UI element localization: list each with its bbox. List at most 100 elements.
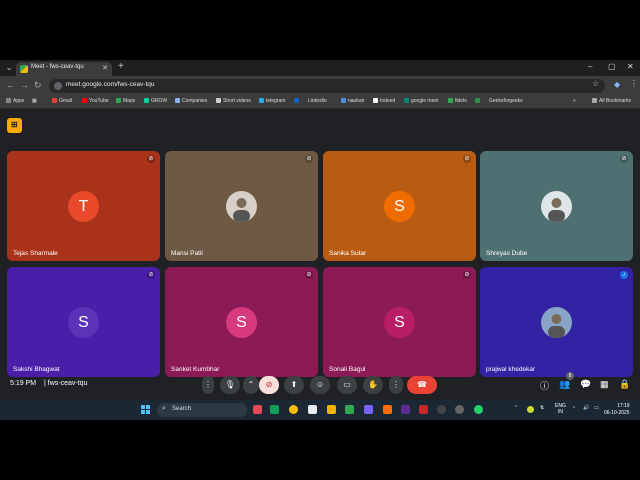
bookmark-maps[interactable]: Maps	[116, 98, 135, 104]
camera-off-button[interactable]: ⊘	[259, 376, 279, 394]
bookmark-companies[interactable]: Companies	[175, 98, 207, 104]
microphone-button[interactable]: 🎙	[220, 376, 240, 394]
github-icon[interactable]	[437, 405, 446, 414]
volume-icon[interactable]: 🔊	[583, 405, 589, 411]
mic-off-icon: ⊘	[305, 155, 313, 163]
captions-button[interactable]: ▭	[337, 376, 357, 394]
participant-tile[interactable]: Shreyas Dube ⊘	[480, 151, 633, 261]
tray-overflow-icon[interactable]: ⌃	[514, 405, 518, 411]
battery-icon[interactable]: ▭	[594, 405, 599, 411]
mic-off-icon: ⊘	[620, 155, 628, 163]
participant-avatar: S	[226, 307, 257, 338]
store-icon[interactable]	[308, 405, 317, 414]
bookmark-naukari[interactable]: naukari	[341, 98, 364, 104]
bookmark-short-videos[interactable]: Short videos	[216, 98, 251, 104]
bookmark-apps[interactable]: Apps	[6, 98, 24, 104]
tab-strip: ⌄ Meet - fws-ceav-tqu ✕ + – ▢ ✕	[0, 60, 640, 76]
participant-tile[interactable]: S Sanika Sutar ⊘	[323, 151, 476, 261]
present-icon: ⬆	[290, 380, 298, 389]
app-icon-2[interactable]	[383, 405, 392, 414]
file-explorer-icon[interactable]	[327, 405, 336, 414]
people-icon[interactable]: 👥	[559, 379, 570, 390]
browser-menu-icon[interactable]: ⋮	[630, 79, 638, 88]
taskbar-app-icon[interactable]	[253, 405, 262, 414]
new-tab-icon[interactable]: +	[118, 61, 124, 72]
bookmark-geeksforgeeks[interactable]: Geeksforgeeks	[475, 98, 523, 104]
close-window-icon[interactable]: ✕	[627, 62, 634, 71]
captions-icon: ▭	[343, 380, 351, 389]
raise-hand-button[interactable]: ✋	[363, 376, 383, 394]
participant-avatar: S	[68, 307, 99, 338]
hang-up-icon: ☎	[417, 380, 427, 389]
bookmark-telegram[interactable]: telegram	[259, 98, 285, 104]
participant-tile[interactable]: Mansi Patil ⊘	[165, 151, 318, 261]
taskbar-clock[interactable]: 17:19 06-10-2025	[604, 403, 630, 417]
mic-on-icon: ♪	[620, 271, 628, 279]
meeting-info-icon[interactable]: ⓘ	[540, 379, 549, 392]
windows-start-icon[interactable]	[141, 405, 151, 415]
more-bookmarks-icon[interactable]: »	[573, 98, 576, 104]
address-bar[interactable]: meet.google.com/fws-ceav-tqu	[49, 79, 605, 93]
chat-icon[interactable]: 💬	[580, 379, 591, 390]
search-icon: ⌕	[162, 405, 166, 412]
maximize-icon[interactable]: ▢	[608, 62, 616, 71]
browser-tab[interactable]: Meet - fws-ceav-tqu ✕	[16, 62, 112, 76]
present-button[interactable]: ⬆	[284, 376, 304, 394]
host-controls-icon[interactable]: 🔒	[619, 379, 630, 390]
participant-avatar: T	[68, 191, 99, 222]
app-icon-3[interactable]	[401, 405, 410, 414]
camera-options-button[interactable]: ⌃	[243, 376, 259, 394]
bookmark-linkedin[interactable]: Linkedin	[294, 98, 327, 104]
participant-photo	[541, 191, 572, 222]
reactions-button[interactable]: ☺	[310, 376, 330, 394]
tray-icon[interactable]: ⇅	[540, 405, 544, 411]
app-icon-4[interactable]	[419, 405, 428, 414]
bookmark-fidelo[interactable]: fidelo	[448, 98, 467, 104]
language-indicator[interactable]: ENG IN	[555, 403, 566, 415]
spotify-icon[interactable]	[345, 405, 354, 414]
activities-grid-icon[interactable]: ▦	[600, 379, 609, 390]
mic-off-icon: ⊘	[147, 155, 155, 163]
edge-icon[interactable]	[270, 405, 279, 414]
participant-tile[interactable]: T Tejas Sharmale ⊘	[7, 151, 160, 261]
forward-icon[interactable]: →	[20, 80, 29, 90]
whatsapp-icon[interactable]	[474, 405, 483, 414]
minimize-icon[interactable]: –	[588, 62, 592, 71]
participant-name: prajwal khedekar	[486, 366, 536, 373]
bookmarks-bar: Apps ▦ Gmail YouTube Maps GROW Companies…	[0, 96, 640, 109]
site-info-icon[interactable]	[54, 82, 62, 90]
participant-tile[interactable]: S Sakshi Bhagwat ⊘	[7, 267, 160, 377]
tab-search-icon[interactable]: ⌄	[4, 63, 14, 73]
all-bookmarks[interactable]: All Bookmarks	[592, 98, 631, 104]
reload-icon[interactable]: ↻	[34, 80, 42, 91]
bookmark-gmail[interactable]: Gmail	[52, 98, 72, 104]
wifi-icon[interactable]: ◔	[572, 405, 575, 411]
participant-tile[interactable]: prajwal khedekar ♪	[480, 267, 633, 377]
apps-grid-icon[interactable]: ▦	[32, 98, 37, 104]
taskbar-search[interactable]: ⌕ Search	[157, 403, 247, 417]
bookmark-grow[interactable]: GROW	[144, 98, 167, 104]
more-options-button[interactable]: ⋮	[389, 376, 403, 394]
participant-photo	[226, 191, 257, 222]
mic-off-icon: ⊘	[463, 271, 471, 279]
chrome-icon[interactable]	[289, 405, 298, 414]
bookmark-star-icon[interactable]: ☆	[592, 79, 599, 88]
url-text: meet.google.com/fws-ceav-tqu	[66, 81, 155, 88]
emoji-icon: ☺	[315, 380, 325, 389]
leave-call-button[interactable]: ☎	[407, 376, 437, 394]
participant-tile[interactable]: S Sonali Bagul ⊘	[323, 267, 476, 377]
tab-close-icon[interactable]: ✕	[102, 64, 108, 72]
activities-button[interactable]: ⊞	[7, 118, 22, 133]
bookmark-youtube[interactable]: YouTube	[82, 98, 109, 104]
participant-avatar: S	[384, 307, 415, 338]
back-icon[interactable]: ←	[6, 80, 15, 90]
participant-tile[interactable]: S Sanket Kumbhar ⊘	[165, 267, 318, 377]
bookmark-indeed[interactable]: Indeed	[373, 98, 395, 104]
tray-app-icon[interactable]	[527, 406, 534, 413]
bookmark-google-meet[interactable]: google meet	[404, 98, 439, 104]
meet-page: ⊞ T Tejas Sharmale ⊘ Mansi Patil ⊘ S Sanika Su…	[0, 109, 640, 400]
settings-icon[interactable]	[455, 405, 464, 414]
extension-icon[interactable]: ◆	[614, 80, 620, 89]
meet-control-bar: 5:19 PM | fws-ceav-tqu ⋮ 🎙 ⌃ ⊘ ⬆ ☺ ▭ ✋ ⋮…	[0, 372, 640, 396]
app-icon[interactable]	[364, 405, 373, 414]
